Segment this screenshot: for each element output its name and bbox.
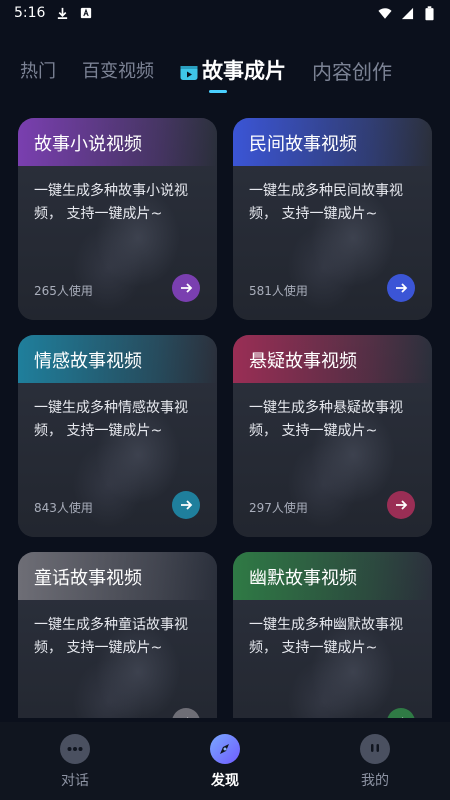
card-usage-count: 581人使用	[249, 284, 308, 298]
arrow-right-button[interactable]	[172, 491, 200, 519]
nav-label: 发现	[211, 773, 239, 789]
compass-icon	[210, 734, 240, 764]
bottom-navigation: 对话 发现 我的	[0, 722, 450, 800]
card-usage-count: 297人使用	[249, 501, 308, 515]
tab-content-creation[interactable]: 内容创作	[312, 56, 392, 85]
nav-label: 我的	[361, 773, 389, 789]
card-emotion-story[interactable]: 情感故事视频 一键生成多种情感故事视频， 支持一键成片~ 843人使用	[18, 335, 217, 537]
wifi-icon	[378, 6, 392, 20]
nav-label: 对话	[61, 773, 89, 789]
card-title: 民间故事视频	[249, 134, 357, 155]
card-humor-story[interactable]: 幽默故事视频 一键生成多种幽默故事视频， 支持一键成片~	[233, 552, 432, 718]
nav-profile[interactable]: 我的	[325, 734, 425, 790]
tab-label: 百变视频	[82, 61, 154, 82]
card-description: 一键生成多种童话故事视频， 支持一键成片~	[34, 617, 188, 656]
tab-label: 故事成片	[202, 59, 286, 83]
keyboard-a-icon	[79, 6, 93, 20]
battery-icon	[422, 5, 436, 20]
card-fairy-tale-story[interactable]: 童话故事视频 一键生成多种童话故事视频， 支持一键成片~	[18, 552, 217, 718]
card-title: 童话故事视频	[34, 568, 142, 589]
download-icon	[55, 6, 69, 20]
chat-icon	[60, 734, 90, 764]
card-description: 一键生成多种情感故事视频， 支持一键成片~	[34, 400, 188, 439]
tab-story-film[interactable]: 故事成片	[180, 55, 286, 85]
tab-label: 热门	[20, 61, 56, 82]
card-description: 一键生成多种幽默故事视频， 支持一键成片~	[249, 617, 403, 656]
arrow-right-button[interactable]	[387, 274, 415, 302]
card-suspense-story[interactable]: 悬疑故事视频 一键生成多种悬疑故事视频， 支持一键成片~ 297人使用	[233, 335, 432, 537]
card-title: 情感故事视频	[34, 351, 142, 372]
card-description: 一键生成多种悬疑故事视频， 支持一键成片~	[249, 400, 403, 439]
tab-hot[interactable]: 热门	[20, 57, 56, 83]
arrow-right-icon	[181, 283, 193, 293]
active-tab-indicator	[209, 90, 227, 93]
profile-icon	[360, 734, 390, 764]
card-usage-count: 265人使用	[34, 284, 93, 298]
card-title: 幽默故事视频	[249, 568, 357, 589]
signal-icon	[400, 6, 414, 20]
card-usage-count: 843人使用	[34, 501, 93, 515]
nav-chat[interactable]: 对话	[25, 734, 125, 790]
status-time: 5:16	[14, 5, 46, 21]
arrow-right-button[interactable]	[172, 274, 200, 302]
nav-discover[interactable]: 发现	[175, 734, 275, 790]
video-icon	[180, 62, 198, 80]
arrow-right-icon	[181, 500, 193, 510]
card-description: 一键生成多种民间故事视频， 支持一键成片~	[249, 183, 403, 222]
card-description: 一键生成多种故事小说视频， 支持一键成片~	[34, 183, 188, 222]
arrow-right-icon	[402, 717, 404, 718]
arrow-right-icon	[396, 283, 408, 293]
story-template-grid: 故事小说视频 一键生成多种故事小说视频， 支持一键成片~ 265人使用 民间故事…	[18, 118, 432, 718]
tab-varied-video[interactable]: 百变视频	[82, 57, 154, 83]
card-novel-story[interactable]: 故事小说视频 一键生成多种故事小说视频， 支持一键成片~ 265人使用	[18, 118, 217, 320]
arrow-right-button[interactable]	[387, 491, 415, 519]
arrow-right-icon	[187, 717, 189, 718]
tab-label: 内容创作	[312, 59, 392, 84]
arrow-right-icon	[396, 500, 408, 510]
status-bar: 5:16	[0, 0, 450, 26]
card-title: 悬疑故事视频	[249, 351, 357, 372]
card-folk-story[interactable]: 民间故事视频 一键生成多种民间故事视频， 支持一键成片~ 581人使用	[233, 118, 432, 320]
card-title: 故事小说视频	[34, 134, 142, 155]
category-tabs: 热门 百变视频 故事成片 内容创作	[0, 52, 450, 88]
